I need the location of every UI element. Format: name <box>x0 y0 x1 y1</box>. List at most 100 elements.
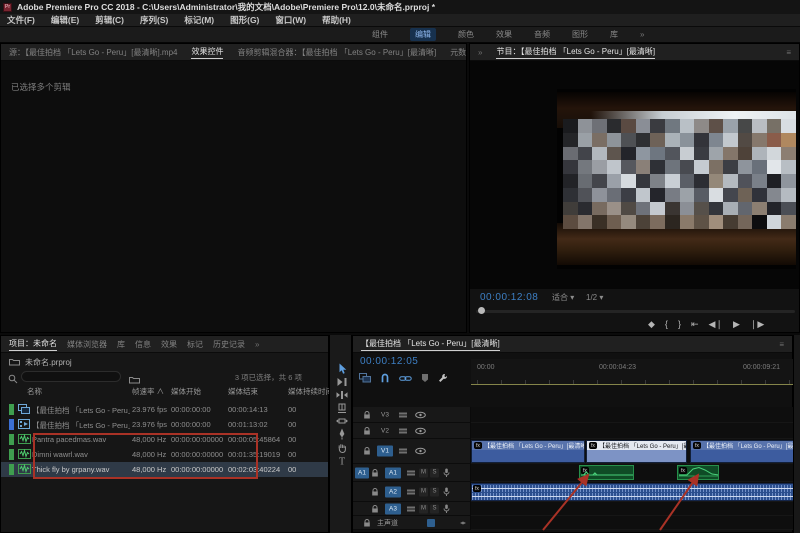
tab-source[interactable]: 源：【最佳拍档 「Lets Go - Peru」[最清晰].mp4 <box>9 47 177 58</box>
tab-sequence[interactable]: 【最佳拍档 「Lets Go - Peru」[最清晰] <box>361 338 500 351</box>
tab-metadata[interactable]: 元数据 <box>450 47 466 58</box>
workspace-tab-6[interactable]: 库 <box>610 29 618 40</box>
tab-project-5[interactable]: 标记 <box>187 339 203 350</box>
track-lock-icon[interactable] <box>371 504 379 513</box>
timeline-ruler[interactable]: 00:0000:00:04:2300:00:09:21 <box>471 359 794 385</box>
track-lock-icon[interactable] <box>363 410 371 419</box>
workspace-tab-0[interactable]: 组件 <box>372 29 388 40</box>
workspace-tab-4[interactable]: 音频 <box>534 29 550 40</box>
zoom-fit-dropdown[interactable]: 适合 ▾ <box>552 292 574 303</box>
project-row-0[interactable]: 【最佳拍档 「Lets Go - Peru」[最清晰]23.976 fps00:… <box>1 402 328 417</box>
playback-resolution-dropdown[interactable]: 1/2 ▾ <box>586 293 603 302</box>
track-content-v2[interactable] <box>471 423 794 439</box>
menu-item-4[interactable]: 标记(M) <box>184 14 214 26</box>
tab-project-6[interactable]: 历史记录 <box>213 339 245 350</box>
master-collapse-icon[interactable]: ◂▸ <box>460 519 466 526</box>
solo-button[interactable]: S <box>430 468 439 477</box>
sync-lock-icon[interactable] <box>407 469 415 477</box>
sync-lock-icon[interactable] <box>407 505 415 513</box>
column-framerate[interactable]: 帧速率 ∧ <box>132 386 164 397</box>
sfx-audio-clip-2[interactable]: fx <box>677 465 719 480</box>
timeline-panel-menu-icon[interactable]: ≡ <box>779 340 784 349</box>
column-name[interactable]: 名称 <box>27 386 42 397</box>
voiceover-record-icon[interactable] <box>443 487 450 497</box>
menu-item-5[interactable]: 图形(G) <box>230 14 259 26</box>
label-color-chip[interactable] <box>9 464 14 475</box>
pen-tool[interactable] <box>335 428 349 440</box>
music-audio-clip[interactable]: fx <box>471 483 794 501</box>
mark-in-button[interactable]: { <box>665 319 668 329</box>
track-header-a1[interactable]: A1 A1 MS <box>353 464 471 482</box>
track-lock-icon[interactable] <box>371 468 379 477</box>
source-patch-a1[interactable]: A1 <box>355 467 369 478</box>
track-header-v2[interactable]: V2 <box>353 423 471 439</box>
column-media-duration[interactable]: 媒体持续时间 <box>288 386 333 397</box>
track-header-v3[interactable]: V3 <box>353 407 471 423</box>
add-marker-button[interactable] <box>421 370 429 388</box>
track-lock-icon[interactable] <box>363 426 371 435</box>
mute-button[interactable]: M <box>419 487 428 496</box>
video-clip-1[interactable]: fx【最佳拍档 「Lets Go - Peru」[最清晰] <box>471 440 585 463</box>
solo-button[interactable]: S <box>430 504 439 513</box>
sync-lock-icon[interactable] <box>399 427 407 435</box>
column-media-end[interactable]: 媒体结束 <box>228 386 258 397</box>
tab-project-0[interactable]: 项目：未命名 <box>9 338 57 351</box>
menu-item-0[interactable]: 文件(F) <box>7 14 35 26</box>
track-target-v2[interactable]: V2 <box>377 425 393 436</box>
tab-project-3[interactable]: 信息 <box>135 339 151 350</box>
track-target-v1[interactable]: V1 <box>377 446 393 457</box>
track-header-a3[interactable]: A3MS <box>353 502 471 516</box>
voiceover-record-icon[interactable] <box>443 468 450 478</box>
toggle-track-output-icon[interactable] <box>415 411 426 418</box>
track-target-a1[interactable]: A1 <box>385 467 401 478</box>
track-target-v3[interactable]: V3 <box>377 409 393 420</box>
timeline-settings-button[interactable] <box>438 370 448 388</box>
tab-audio-clip-mixer[interactable]: 音频剪辑混合器：【最佳拍档 「Lets Go - Peru」[最清晰] <box>237 47 436 58</box>
panel-menu-icon[interactable]: ≡ <box>786 48 791 57</box>
play-button[interactable]: ▶ <box>733 319 740 330</box>
project-search-input[interactable] <box>21 371 121 382</box>
track-target-a3[interactable]: A3 <box>385 503 401 514</box>
insert-nest-sequence-button[interactable] <box>359 370 371 388</box>
label-color-chip[interactable] <box>9 434 14 445</box>
track-select-forward-tool[interactable] <box>335 376 349 388</box>
program-playhead-knob[interactable] <box>478 307 485 314</box>
solo-button[interactable]: S <box>430 487 439 496</box>
sync-lock-icon[interactable] <box>399 447 407 455</box>
mark-out-button[interactable]: } <box>678 319 681 329</box>
overflow-chevron-icon[interactable]: » <box>478 48 482 57</box>
video-clip-3[interactable]: fx【最佳拍档 「Lets Go - Peru」[最清晰] <box>690 440 794 463</box>
track-content-master[interactable] <box>471 516 794 530</box>
step-forward-button[interactable]: ❘▶ <box>750 319 764 330</box>
track-lock-icon[interactable] <box>363 518 371 527</box>
tab-project-4[interactable]: 效果 <box>161 339 177 350</box>
voiceover-record-icon[interactable] <box>443 504 450 514</box>
track-header-v1[interactable]: V1 <box>353 439 471 464</box>
mute-button[interactable]: M <box>419 468 428 477</box>
hand-tool[interactable] <box>335 441 349 453</box>
linked-selection-toggle[interactable] <box>399 370 412 388</box>
track-header-master[interactable]: 主声道◂▸ <box>353 516 471 530</box>
ripple-edit-tool[interactable] <box>335 389 349 401</box>
menu-item-7[interactable]: 帮助(H) <box>322 14 351 26</box>
workspace-tab-1[interactable]: 编辑 <box>410 28 436 41</box>
track-header-a2[interactable]: A2MS <box>353 482 471 502</box>
workspace-tab-5[interactable]: 图形 <box>572 29 588 40</box>
selection-tool[interactable] <box>335 363 349 375</box>
menu-item-2[interactable]: 剪辑(C) <box>95 14 124 26</box>
program-timecode[interactable]: 00:00:12:08 <box>480 292 538 303</box>
label-color-chip[interactable] <box>9 404 14 415</box>
program-scrubber-track[interactable] <box>476 310 795 313</box>
type-tool[interactable]: T <box>335 454 349 466</box>
step-back-button[interactable]: ◀❘ <box>709 319 723 330</box>
track-lock-icon[interactable] <box>363 447 371 456</box>
track-lock-icon[interactable] <box>371 487 379 496</box>
workspace-overflow-icon[interactable]: » <box>640 30 644 39</box>
timeline-timecode[interactable]: 00:00:12:05 <box>360 356 418 367</box>
label-color-chip[interactable] <box>9 419 14 430</box>
menu-item-6[interactable]: 窗口(W) <box>275 14 306 26</box>
tab-program[interactable]: 节目：【最佳拍档 「Lets Go - Peru」[最清晰] <box>496 46 655 59</box>
track-content-v3[interactable] <box>471 407 794 423</box>
sync-lock-icon[interactable] <box>399 411 407 419</box>
workspace-tab-2[interactable]: 颜色 <box>458 29 474 40</box>
